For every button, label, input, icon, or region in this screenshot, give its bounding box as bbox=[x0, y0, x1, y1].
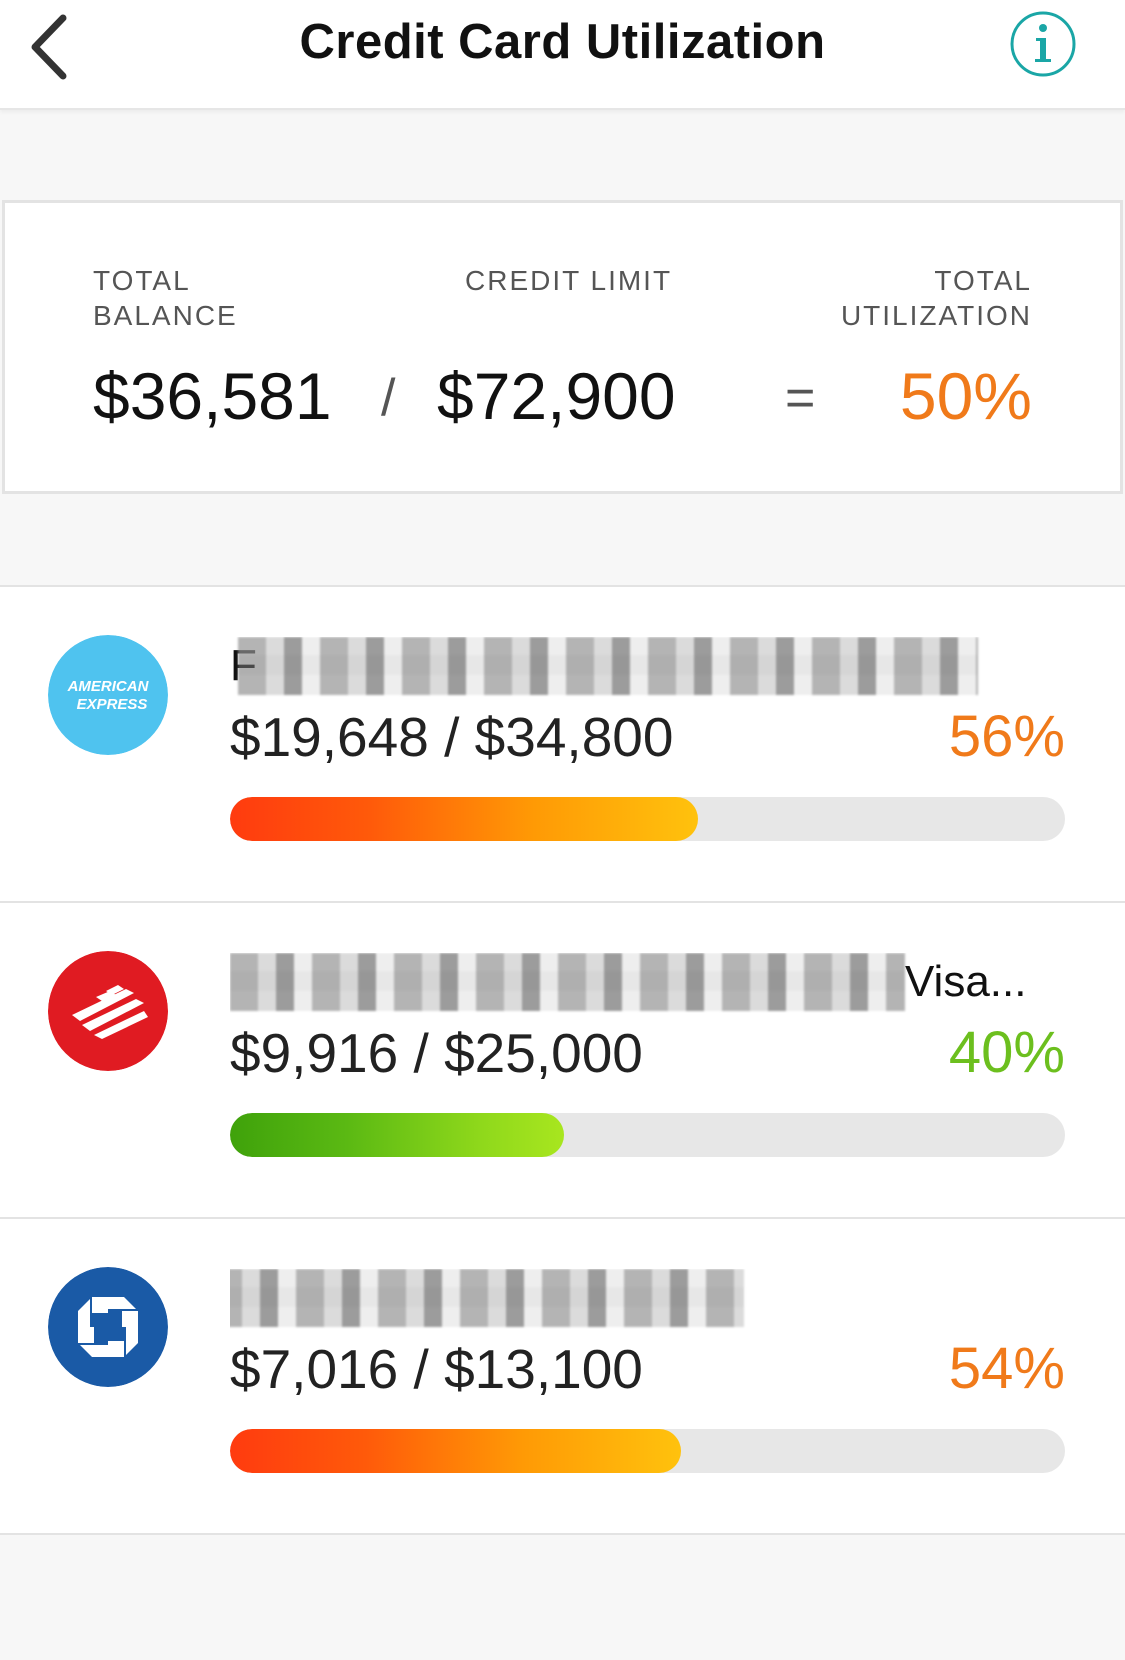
card-utilization-percent: 54% bbox=[948, 1336, 1065, 1401]
redacted-name-blur bbox=[230, 953, 905, 1011]
divide-symbol: / bbox=[381, 369, 396, 427]
utilization-progress-bar bbox=[230, 1113, 1065, 1157]
bank-of-america-logo-icon bbox=[48, 951, 168, 1071]
total-balance-label-line1: TOTAL bbox=[93, 265, 191, 296]
credit-limit-value: $72,900 bbox=[437, 359, 676, 433]
credit-card-list: AMERICAN EXPRESS F $19,648 / $34,800 56% bbox=[0, 585, 1125, 1535]
app-root: Credit Card Utilization TOTAL BALANCE CR… bbox=[0, 0, 1125, 1660]
svg-text:AMERICAN: AMERICAN bbox=[67, 678, 150, 695]
card-row-amex[interactable]: AMERICAN EXPRESS F $19,648 / $34,800 56% bbox=[0, 587, 1125, 903]
card-utilization-percent: 56% bbox=[948, 704, 1065, 769]
info-button[interactable] bbox=[1008, 9, 1078, 79]
redacted-name-blur bbox=[230, 1269, 744, 1327]
total-utilization-value: 50% bbox=[899, 359, 1032, 433]
bottom-spacer bbox=[0, 1535, 1125, 1660]
card-name bbox=[230, 1269, 1030, 1329]
credit-limit-label: CREDIT LIMIT bbox=[465, 265, 673, 296]
balance-over-limit: $9,916 / $25,000 bbox=[230, 1022, 643, 1084]
utilization-progress-fill bbox=[230, 1113, 564, 1157]
info-icon bbox=[1010, 11, 1076, 77]
total-balance-label-line2: BALANCE bbox=[93, 300, 238, 331]
card-row-bank-of-america[interactable]: Visa... $9,916 / $25,000 40% bbox=[0, 903, 1125, 1219]
utilization-progress-fill bbox=[230, 1429, 681, 1473]
top-navigation-bar: Credit Card Utilization bbox=[0, 0, 1125, 110]
utilization-summary-card: TOTAL BALANCE CREDIT LIMIT TOTAL UTILIZA… bbox=[2, 200, 1123, 494]
card-name: Visa... bbox=[230, 953, 1030, 1013]
chase-logo-icon bbox=[48, 1267, 168, 1387]
total-balance-label: TOTAL BALANCE bbox=[93, 263, 238, 333]
card-utilization-percent: 40% bbox=[948, 1020, 1065, 1085]
redacted-name-blur bbox=[238, 637, 978, 695]
card-name-text: Visa... bbox=[905, 957, 1027, 1006]
total-balance-value: $36,581 bbox=[93, 359, 332, 433]
utilization-progress-fill bbox=[230, 797, 698, 841]
page-title: Credit Card Utilization bbox=[299, 15, 826, 69]
equals-symbol: = bbox=[785, 369, 816, 427]
total-utilization-label: TOTAL UTILIZATION bbox=[841, 263, 1032, 333]
balance-over-limit: $7,016 / $13,100 bbox=[230, 1338, 643, 1400]
american-express-logo-icon: AMERICAN EXPRESS bbox=[48, 635, 168, 755]
card-row-chase[interactable]: $7,016 / $13,100 54% bbox=[0, 1219, 1125, 1535]
utilization-progress-bar bbox=[230, 797, 1065, 841]
card-name: F bbox=[230, 637, 1030, 697]
utilization-progress-bar bbox=[230, 1429, 1065, 1473]
total-utilization-label-line1: TOTAL bbox=[934, 265, 1032, 296]
balance-over-limit: $19,648 / $34,800 bbox=[230, 706, 674, 768]
total-utilization-label-line2: UTILIZATION bbox=[840, 300, 1032, 331]
svg-text:EXPRESS: EXPRESS bbox=[77, 696, 148, 713]
